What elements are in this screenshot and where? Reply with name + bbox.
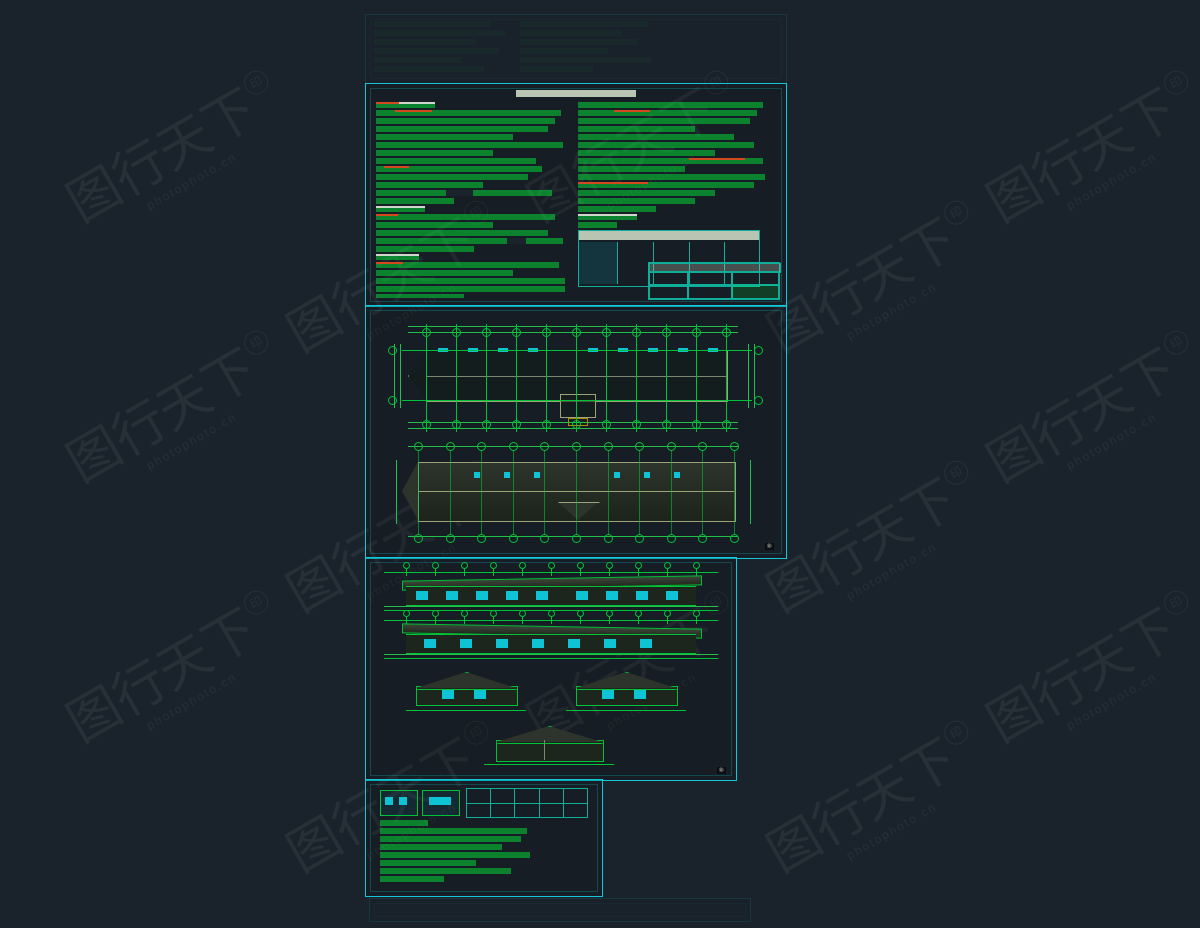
grid-line (456, 336, 457, 418)
elev-side-right (566, 668, 686, 714)
grid-line (546, 336, 547, 418)
watermark: 图行天下印 photophoto.cn (58, 586, 296, 764)
ghost-sheet-top (365, 14, 787, 84)
grid-line (486, 336, 487, 418)
roof-plan (388, 444, 764, 544)
detail-2 (422, 790, 460, 816)
grid-line (696, 336, 697, 418)
watermark: 图行天下印 photophoto.cn (758, 456, 996, 634)
detail-notes (380, 820, 540, 890)
sheet-plan[interactable]: ⑧ (365, 305, 787, 559)
watermark: 图行天下印 photophoto.cn (758, 196, 996, 374)
sheet-elev-tag: ⑧ (717, 767, 726, 774)
sheet-details[interactable] (365, 779, 603, 897)
watermark: 图行天下印 photophoto.cn (758, 716, 996, 894)
grid-line (576, 336, 577, 418)
notes-title-bar (516, 90, 636, 97)
grid-line (636, 336, 637, 418)
watermark: 图行天下印 photophoto.cn (58, 326, 296, 504)
detail-1 (380, 790, 418, 816)
grid-line (426, 336, 427, 418)
grid-line (726, 336, 727, 418)
elev-back (384, 620, 718, 660)
cad-canvas[interactable]: { "app": { "watermark_main": "图行天下", "wa… (0, 0, 1200, 928)
grid-line (606, 336, 607, 418)
grid-line (666, 336, 667, 418)
elev-side-left (406, 668, 526, 714)
elev-front (384, 572, 718, 612)
grid-line (516, 336, 517, 418)
ghost-sheet-bottom (369, 898, 751, 922)
sheet-notes[interactable] (365, 83, 787, 307)
notes-title-block (648, 262, 780, 300)
detail-schedule (466, 788, 588, 818)
sheet-plan-tag: ⑧ (765, 543, 774, 550)
watermark: 图行天下印 photophoto.cn (58, 66, 296, 244)
notes-col-left (376, 102, 571, 298)
section (484, 724, 614, 768)
floor-plan (388, 324, 764, 434)
watermark: 图行天下印 photophoto.cn (978, 586, 1200, 764)
watermark: 图行天下印 photophoto.cn (978, 66, 1200, 244)
sheet-elevations[interactable]: ⑧ (365, 557, 737, 781)
watermark: 图行天下印 photophoto.cn (978, 326, 1200, 504)
